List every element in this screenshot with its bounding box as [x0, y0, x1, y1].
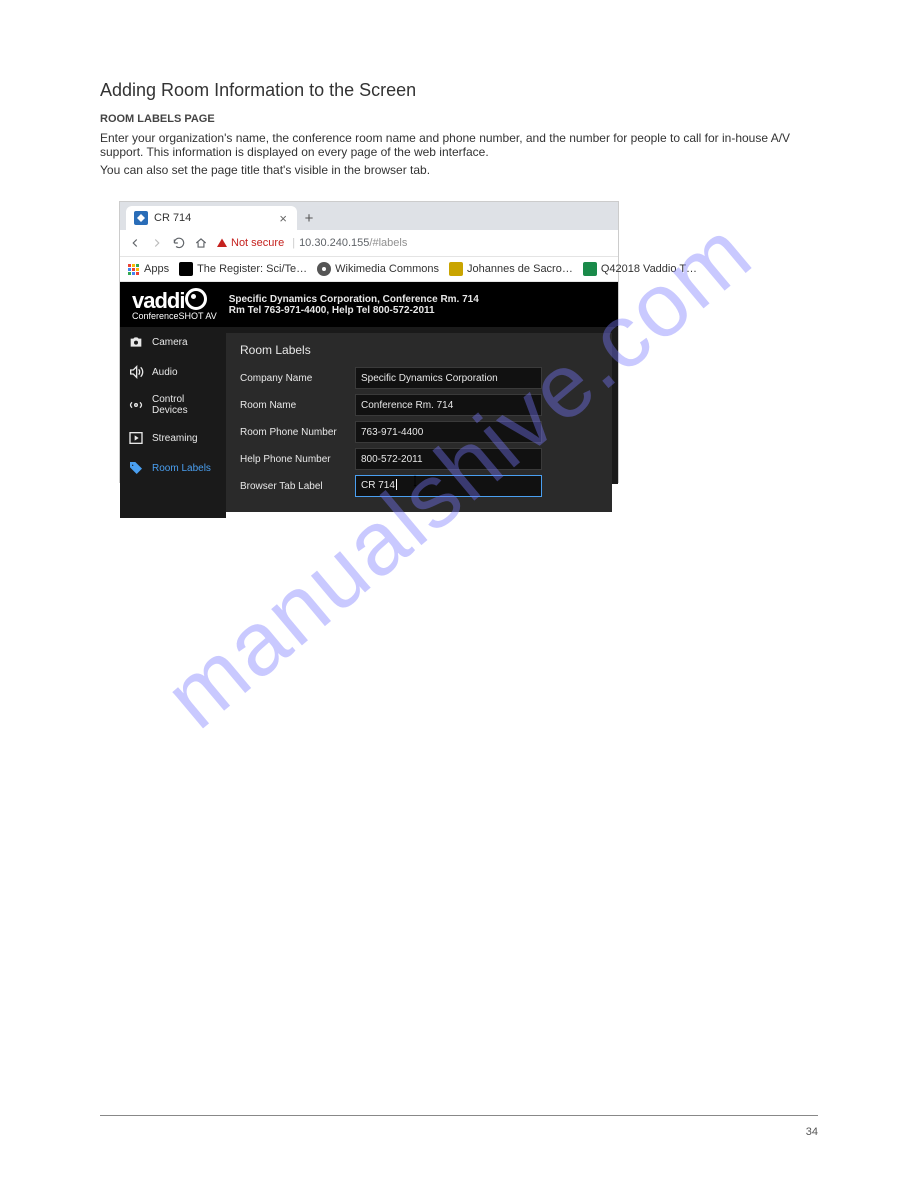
app-main: Camera Audio Control Devices Streaming R…	[120, 327, 618, 518]
sidebar-item-control[interactable]: Control Devices	[120, 387, 226, 423]
home-button[interactable]	[190, 232, 212, 254]
reload-button[interactable]	[168, 232, 190, 254]
forward-button[interactable]	[146, 232, 168, 254]
doc-icon	[583, 262, 597, 276]
logo-eye-icon	[185, 288, 207, 310]
company-input[interactable]	[355, 367, 542, 389]
help-input[interactable]	[355, 448, 542, 470]
url-text[interactable]: 10.30.240.155/#labels	[299, 237, 407, 249]
help-label: Help Phone Number	[240, 454, 355, 465]
security-badge[interactable]: Not secure	[216, 237, 284, 249]
apps-icon	[126, 262, 140, 276]
app-body: vaddi ConferenceSHOT AV Specific Dynamic…	[120, 282, 618, 484]
new-tab-button[interactable]: +	[297, 206, 321, 230]
speaker-icon	[128, 364, 144, 380]
tab-strip: CR 714 × +	[120, 202, 618, 230]
brand-logo: vaddi ConferenceSHOT AV	[132, 288, 217, 321]
register-icon	[179, 262, 193, 276]
address-bar: Not secure | 10.30.240.155/#labels	[120, 230, 618, 257]
room-labels-panel: Room Labels Company Name Room Name Room …	[226, 333, 612, 512]
separator: |	[292, 237, 295, 249]
bookmark-q4[interactable]: Q42018 Vaddio T…	[583, 262, 697, 276]
back-button[interactable]	[124, 232, 146, 254]
document-body: Adding Room Information to the Screen RO…	[100, 80, 818, 181]
header-info: Specific Dynamics Corporation, Conferenc…	[229, 294, 479, 316]
doc-subtitle: ROOM LABELS PAGE	[100, 113, 818, 125]
warning-icon	[216, 237, 228, 249]
footer-divider	[100, 1115, 818, 1116]
text-cursor-icon	[408, 474, 422, 488]
phone-label: Room Phone Number	[240, 427, 355, 438]
tag-icon	[128, 460, 144, 476]
sidebar-item-streaming[interactable]: Streaming	[120, 423, 226, 453]
tab-title: CR 714	[154, 212, 277, 224]
signal-icon	[128, 397, 144, 413]
browser-tab[interactable]: CR 714 ×	[126, 206, 297, 230]
company-label: Company Name	[240, 373, 355, 384]
doc-title: Adding Room Information to the Screen	[100, 80, 818, 101]
bookmark-johannes[interactable]: Johannes de Sacro…	[449, 262, 573, 276]
room-input[interactable]	[355, 394, 542, 416]
page-number: 34	[806, 1126, 818, 1138]
doc-paragraph-1: Enter your organization's name, the conf…	[100, 131, 818, 159]
close-tab-button[interactable]: ×	[277, 211, 289, 226]
phone-input[interactable]	[355, 421, 542, 443]
bookmark-apps[interactable]: Apps	[126, 262, 169, 276]
bookmarks-bar: Apps The Register: Sci/Te… Wikimedia Com…	[120, 257, 618, 282]
wikimedia-icon	[317, 262, 331, 276]
bookmark-register[interactable]: The Register: Sci/Te…	[179, 262, 307, 276]
sidebar: Camera Audio Control Devices Streaming R…	[120, 327, 226, 518]
room-label: Room Name	[240, 400, 355, 411]
sidebar-item-audio[interactable]: Audio	[120, 357, 226, 387]
camera-icon	[128, 334, 144, 350]
tab-label: Browser Tab Label	[240, 481, 355, 492]
app-header: vaddi ConferenceSHOT AV Specific Dynamic…	[120, 282, 618, 327]
play-icon	[128, 430, 144, 446]
sidebar-item-camera[interactable]: Camera	[120, 327, 226, 357]
sidebar-item-labels[interactable]: Room Labels	[120, 453, 226, 483]
panel-title: Room Labels	[240, 343, 598, 357]
tab-input[interactable]: CR 714	[355, 475, 542, 497]
doc-paragraph-2: You can also set the page title that's v…	[100, 163, 818, 177]
bookmark-wikimedia[interactable]: Wikimedia Commons	[317, 262, 439, 276]
browser-window: CR 714 × + Not secure | 10.30.240.155/#l…	[120, 202, 618, 482]
favicon-icon	[134, 211, 148, 225]
shield-icon	[449, 262, 463, 276]
text-caret	[396, 479, 397, 490]
